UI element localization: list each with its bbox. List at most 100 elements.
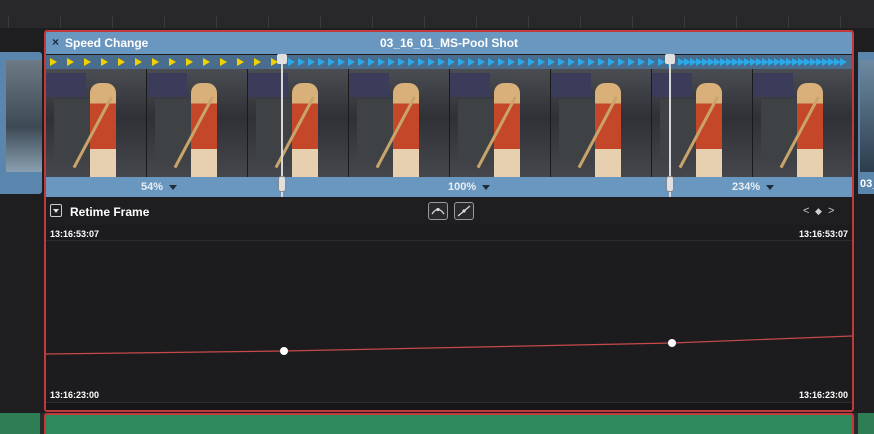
slow-speed-arrow-icon	[237, 58, 244, 66]
fast-speed-arrow-icon	[338, 58, 345, 66]
fast-speed-arrow-icon	[378, 58, 385, 66]
fast-speed-arrow-icon	[840, 58, 847, 66]
filmstrip-frame	[349, 69, 449, 177]
speed-segment-1-dropdown[interactable]: 54%	[141, 181, 178, 193]
fast-speed-arrow-icon	[428, 58, 435, 66]
slow-speed-arrow-icon	[169, 58, 176, 66]
ruler-tick	[8, 16, 9, 28]
fast-speed-arrow-icon	[488, 58, 495, 66]
retime-keyframe-1[interactable]	[280, 347, 288, 355]
fast-speed-arrow-icon	[598, 58, 605, 66]
timecode-top-right: 13:16:53:07	[798, 229, 848, 239]
add-keyframe-button[interactable]: ◆	[815, 206, 822, 217]
ease-curve-button[interactable]	[428, 202, 448, 220]
slow-speed-arrow-icon	[118, 58, 125, 66]
next-keyframe-button[interactable]: >	[828, 205, 834, 217]
timecode-bottom-left: 13:16:23:00	[50, 390, 100, 400]
fast-speed-arrow-icon	[508, 58, 515, 66]
fast-speed-arrow-icon	[648, 58, 655, 66]
fast-speed-arrow-icon	[408, 58, 415, 66]
slow-speed-arrow-icon	[84, 58, 91, 66]
fast-speed-arrow-icon	[568, 58, 575, 66]
slow-speed-arrow-icon	[67, 58, 74, 66]
fast-speed-arrow-icon	[448, 58, 455, 66]
clip-header[interactable]: × Speed Change 03_16_01_MS-Pool Shot	[46, 32, 852, 54]
speed-point-handle-2[interactable]	[666, 176, 674, 192]
filmstrip-frame	[753, 69, 852, 177]
previous-clip-thumbnail	[6, 60, 42, 172]
ruler-tick	[788, 16, 789, 28]
ruler-tick	[268, 16, 269, 28]
fast-speed-arrow-icon	[528, 58, 535, 66]
ruler-tick	[684, 16, 685, 28]
filmstrip-frame	[147, 69, 247, 177]
next-clip-label: 03_	[860, 178, 874, 190]
speed-point-top-handle-2[interactable]	[665, 54, 675, 64]
next-clip-thumbnail	[860, 60, 874, 172]
audio-clip-next[interactable]	[858, 413, 874, 434]
speed-point-top-handle-1[interactable]	[277, 54, 287, 64]
timeline-ruler[interactable]	[0, 0, 874, 28]
ruler-tick	[476, 16, 477, 28]
ruler-tick	[424, 16, 425, 28]
retime-curve-svg	[46, 335, 852, 355]
timecode-bottom-right: 13:16:23:00	[798, 390, 848, 400]
ruler-tick	[840, 16, 841, 28]
fast-speed-arrow-icon	[438, 58, 445, 66]
fast-speed-arrow-icon	[358, 58, 365, 66]
audio-clip-previous[interactable]	[0, 413, 40, 434]
fast-speed-arrow-icon	[288, 58, 295, 66]
fast-speed-arrow-icon	[468, 58, 475, 66]
speed-segment-2-label: 100%	[448, 181, 477, 193]
retime-keyframe-2[interactable]	[668, 339, 676, 347]
ruler-tick	[320, 16, 321, 28]
next-clip[interactable]: 03_	[858, 52, 874, 194]
audio-clip[interactable]	[44, 413, 854, 434]
retime-curve-graph[interactable]	[46, 240, 852, 395]
fast-speed-arrow-icon	[298, 58, 305, 66]
previous-keyframe-button[interactable]: <	[803, 205, 809, 217]
speed-bar[interactable]: 54% 100% 234%	[46, 177, 852, 197]
ruler-tick	[528, 16, 529, 28]
filmstrip-frame	[652, 69, 752, 177]
speed-segment-2-dropdown[interactable]: 100%	[448, 181, 491, 193]
fast-speed-arrow-icon	[478, 58, 485, 66]
retime-curve-dropdown-button[interactable]	[50, 204, 62, 217]
filmstrip-frame	[450, 69, 550, 177]
fast-speed-arrow-icon	[548, 58, 555, 66]
speed-point-handle-1[interactable]	[278, 176, 286, 192]
slow-speed-arrow-icon	[101, 58, 108, 66]
slow-speed-arrow-icon	[220, 58, 227, 66]
fast-speed-arrow-icon	[368, 58, 375, 66]
previous-clip[interactable]	[0, 52, 42, 194]
filmstrip-frame	[46, 69, 146, 177]
curve-linear-icon	[457, 205, 471, 217]
fast-speed-arrow-icon	[518, 58, 525, 66]
speed-segment-1-label: 54%	[141, 181, 164, 193]
slow-speed-arrow-icon	[50, 58, 57, 66]
retime-frame-label: Retime Frame	[70, 205, 150, 219]
chevron-down-icon	[482, 184, 491, 190]
speed-direction-arrows	[46, 55, 852, 69]
filmstrip-frame	[248, 69, 348, 177]
chevron-down-icon	[766, 184, 775, 190]
ruler-tick	[164, 16, 165, 28]
fast-speed-arrow-icon	[658, 58, 665, 66]
fast-speed-arrow-icon	[638, 58, 645, 66]
ruler-tick	[632, 16, 633, 28]
fast-speed-arrow-icon	[418, 58, 425, 66]
timecode-top-left: 13:16:53:07	[50, 229, 100, 239]
speed-segment-3-dropdown[interactable]: 234%	[732, 181, 775, 193]
speed-segment-3-label: 234%	[732, 181, 761, 193]
selected-clip[interactable]: × Speed Change 03_16_01_MS-Pool Shot 54%…	[44, 30, 854, 412]
slow-speed-arrow-icon	[135, 58, 142, 66]
curve-editor-footer	[46, 402, 852, 410]
ruler-tick	[580, 16, 581, 28]
ruler-tick	[60, 16, 61, 28]
curve-ease-icon	[431, 207, 445, 215]
fast-speed-arrow-icon	[558, 58, 565, 66]
linear-curve-button[interactable]	[454, 202, 474, 220]
clip-name: 03_16_01_MS-Pool Shot	[379, 36, 519, 50]
fast-speed-arrow-icon	[588, 58, 595, 66]
chevron-down-icon	[169, 184, 178, 190]
